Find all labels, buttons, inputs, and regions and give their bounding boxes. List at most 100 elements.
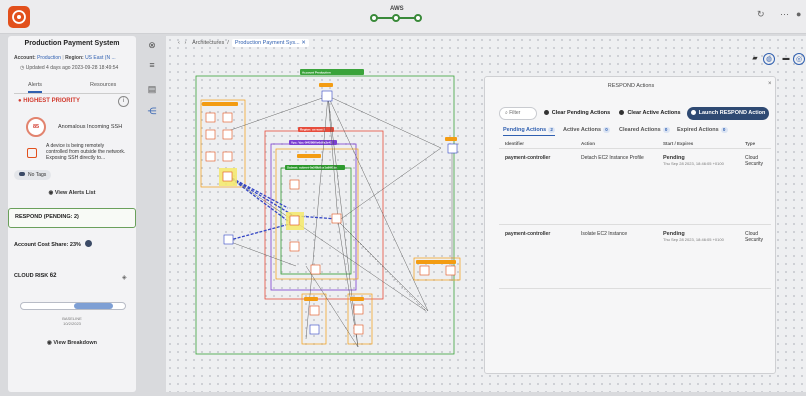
respond-pending-card[interactable]: RESPOND (PENDING: 2) — [8, 208, 136, 228]
architecture-canvas[interactable]: ‹ › Architectures / Production Payment S… — [166, 36, 806, 392]
tag-icon — [19, 172, 25, 176]
tab-pending-actions[interactable]: Pending Actions 2 — [503, 127, 556, 136]
table-header: Identifier Action Start / Expires Type — [499, 141, 771, 149]
info-icon[interactable] — [85, 240, 93, 247]
account-region-meta: Account: Production | Region: US East (N… — [14, 55, 116, 61]
ec2-node — [353, 324, 364, 335]
refresh-icon[interactable]: ↻ — [757, 9, 765, 20]
region-link[interactable]: US East (N ... — [85, 55, 116, 61]
close-icon[interactable]: × — [768, 81, 772, 87]
lb-node — [223, 234, 234, 245]
search-icon: ⌕ — [505, 110, 508, 116]
view-breakdown-link[interactable]: ◉ View Breakdown — [8, 340, 136, 346]
warning-icon: ● — [18, 98, 22, 104]
resource-group[interactable] — [301, 293, 327, 345]
filter-input[interactable]: ⌕ Filter — [499, 107, 537, 120]
progress-stepper — [370, 14, 422, 22]
list-icon[interactable]: ▤ — [145, 84, 159, 96]
close-icon[interactable]: ⊗ — [145, 40, 159, 52]
vpc-label-text: Vpc: Vpc-0f4286f0e6d6a3e43 — [291, 141, 332, 145]
igw-node — [321, 90, 333, 102]
row-status: Pending Thu Sep 28 2023, 18:46:05 +0100 — [663, 231, 724, 242]
icon-rail: ⊗ ≡ ▤ ⋲ — [140, 36, 164, 392]
alert-score-ring: 85 — [26, 117, 46, 137]
column-action[interactable]: Action — [581, 141, 595, 146]
graph-icon[interactable]: ⋲ — [145, 106, 159, 118]
column-type[interactable]: Type — [745, 141, 755, 146]
user-icon[interactable]: ● — [796, 9, 801, 19]
more-icon[interactable]: ⋯ — [780, 9, 789, 20]
step-dot[interactable] — [392, 14, 400, 22]
ec2-node — [205, 151, 216, 162]
alert-type-icon — [27, 148, 37, 158]
alerts-tabs: Alerts Resources — [14, 80, 130, 94]
column-identifier[interactable]: Identifier — [505, 141, 524, 146]
account-container[interactable] — [195, 75, 455, 355]
alert-name[interactable]: Anomalous Incoming SSH — [58, 124, 122, 130]
table-row[interactable]: payment-controller Isolate EC2 Instance … — [499, 227, 771, 289]
eye-icon: ◉ — [48, 190, 54, 196]
row-action: Detach EC2 Instance Profile — [581, 155, 644, 161]
row-status: Pending Thu Sep 28 2023, 18:46:05 +0100 — [663, 155, 724, 166]
attack-path — [227, 175, 338, 241]
respond-panel-title: RESPOND Actions — [607, 83, 655, 89]
ec2-node — [353, 304, 364, 315]
column-start-expires[interactable]: Start / Expires — [663, 141, 693, 146]
ec2-node — [419, 265, 430, 276]
ec2-node — [331, 213, 342, 224]
ec2-node — [222, 151, 233, 162]
clear-icon — [543, 109, 549, 115]
compromised-node — [289, 215, 300, 226]
subnet-label-text: Subnet: subnet-0a5f8b8ce1a99f1ba — [287, 166, 338, 170]
cost-share-card[interactable]: Account Cost Share: 23% — [8, 234, 136, 256]
account-link[interactable]: Production — [37, 55, 61, 61]
page-title: Production Payment System — [24, 40, 120, 47]
cloud-risk-card: CLOUD RISK 62 ◈ BASELINE 10/2/2023 ◉ Vie… — [8, 262, 136, 354]
account-label-text: Account Production — [302, 71, 331, 75]
nat-node — [447, 143, 458, 154]
row-identifier: payment-controller — [505, 155, 551, 161]
highest-priority-heading: ● HIGHEST PRIORITY — [18, 98, 80, 104]
expand-icon[interactable]: ◈ — [122, 274, 127, 281]
table-row[interactable]: payment-controller Detach EC2 Instance P… — [499, 151, 771, 225]
clear-pending-button[interactable]: Clear Pending Actions — [541, 107, 613, 120]
eye-icon: ◉ — [47, 340, 52, 346]
s3-node — [309, 324, 320, 335]
tab-alerts[interactable]: Alerts — [28, 82, 43, 93]
respond-actions-panel: RESPOND Actions × ⌕ Filter Clear Pending… — [484, 76, 776, 374]
tab-active-actions[interactable]: Active Actions 0 — [563, 127, 611, 133]
launch-respond-button[interactable]: Launch RESPOND Action — [687, 107, 769, 120]
cloud-risk-fill — [74, 303, 113, 309]
lambda-node — [310, 264, 321, 275]
info-icon[interactable]: i — [118, 96, 129, 107]
tab-resources[interactable]: Resources — [90, 82, 116, 88]
app-logo[interactable] — [8, 6, 30, 28]
stepper-label: AWS — [390, 6, 404, 12]
launch-icon — [690, 109, 696, 115]
clear-icon — [619, 109, 625, 115]
step-dot[interactable] — [414, 14, 422, 22]
region-label-text: Region: us-east-1 — [300, 128, 326, 132]
clock-icon: ◷ — [20, 65, 25, 71]
view-alerts-list-link[interactable]: ◉ View Alerts List — [8, 190, 136, 196]
step-dot[interactable] — [370, 14, 378, 22]
updated-timestamp: ◷ Updated 4 days ago 2023-09-28 18:49:54 — [20, 65, 119, 71]
clear-active-button[interactable]: Clear Active Actions — [617, 107, 683, 120]
ec2-node — [222, 112, 233, 123]
tab-expired-actions[interactable]: Expired Actions 0 — [677, 127, 728, 133]
resource-group[interactable] — [347, 293, 373, 345]
menu-icon[interactable]: ≡ — [145, 60, 159, 72]
ec2-node — [309, 305, 320, 316]
row-type: Cloud Security — [745, 231, 764, 243]
row-identifier: payment-controller — [505, 231, 551, 237]
tags-chip[interactable]: No Tags — [14, 170, 52, 180]
ec2-node — [222, 129, 233, 140]
row-type: Cloud Security — [745, 155, 764, 167]
ec2-node — [205, 129, 216, 140]
logo-icon — [12, 10, 26, 24]
ec2-node — [289, 179, 300, 190]
tab-cleared-actions[interactable]: Cleared Actions 0 — [619, 127, 670, 133]
network-nodes[interactable] — [223, 90, 458, 335]
top-bar: AWS ↻ ⋯ ● — [0, 0, 806, 34]
cloud-risk-value: 62 — [49, 273, 57, 279]
